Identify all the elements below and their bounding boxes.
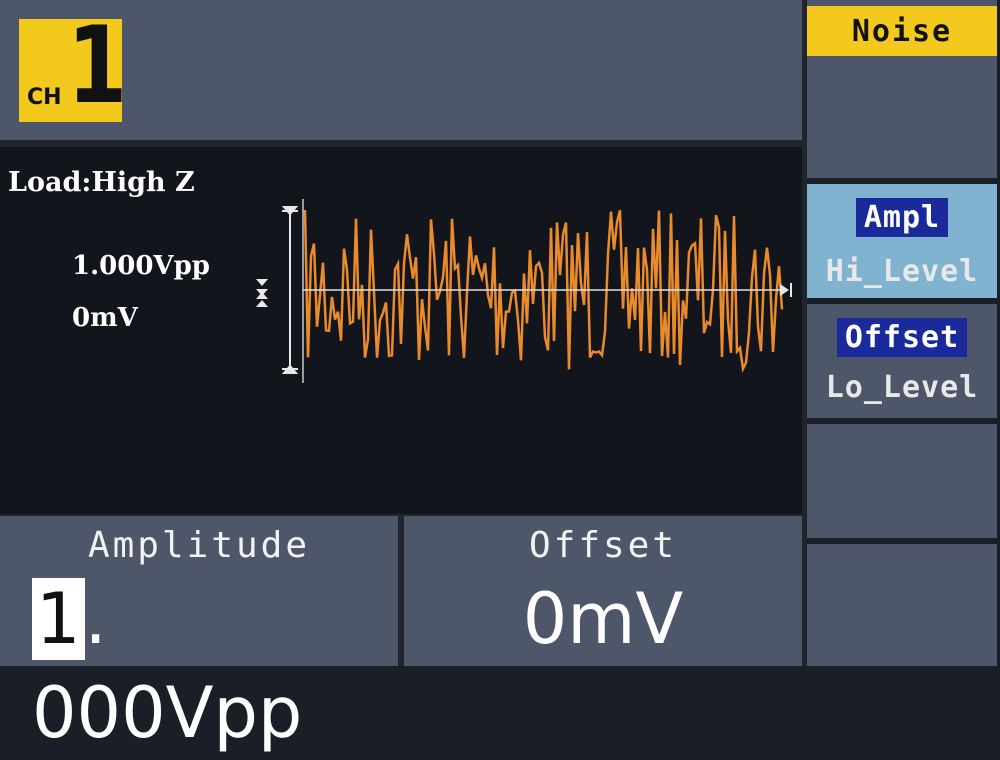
ampl-primary-label: Ampl — [807, 198, 997, 237]
softkey-ampl[interactable]: Ampl Hi_Level — [807, 184, 997, 298]
channel-badge[interactable]: CH 1 — [19, 13, 127, 122]
offset-title: Offset — [528, 525, 678, 566]
offset-marker-icon — [256, 279, 268, 307]
noise-waveform — [256, 199, 792, 383]
channel-prefix: CH — [27, 85, 62, 110]
channel-header: CH 1 — [0, 0, 802, 140]
amplitude-marker-icon — [281, 199, 304, 383]
amplitude-title: Amplitude — [87, 525, 311, 566]
offset-value[interactable]: 0mV — [404, 572, 802, 666]
waveform-display: Load:High Z 1.000Vpp 0mV — [0, 147, 802, 514]
amplitude-panel[interactable]: Amplitude 1. 000Vpp — [0, 516, 398, 754]
ampl-secondary-label: Hi_Level — [825, 254, 979, 289]
offset-primary-label: Offset — [807, 318, 997, 357]
softkey-column: Noise Ampl Hi_Level Offset Lo_Level — [807, 0, 1000, 666]
offset-panel[interactable]: Offset 0mV — [404, 516, 802, 666]
offset-secondary-label: Lo_Level — [825, 370, 979, 405]
amplitude-cursor-digit[interactable]: 1 — [32, 578, 85, 660]
amplitude-value[interactable]: 1. 000Vpp — [0, 572, 398, 754]
generator-screen: CH 1 Load:High Z 1.000Vpp 0mV Amplitude … — [0, 0, 1000, 754]
channel-number: 1 — [67, 4, 128, 127]
softkey-menu-title: Noise — [807, 0, 997, 178]
softkey-empty-5[interactable] — [807, 544, 997, 666]
softkey-offset[interactable]: Offset Lo_Level — [807, 304, 997, 418]
menu-title-label: Noise — [807, 6, 997, 56]
softkey-empty-4[interactable] — [807, 424, 997, 538]
